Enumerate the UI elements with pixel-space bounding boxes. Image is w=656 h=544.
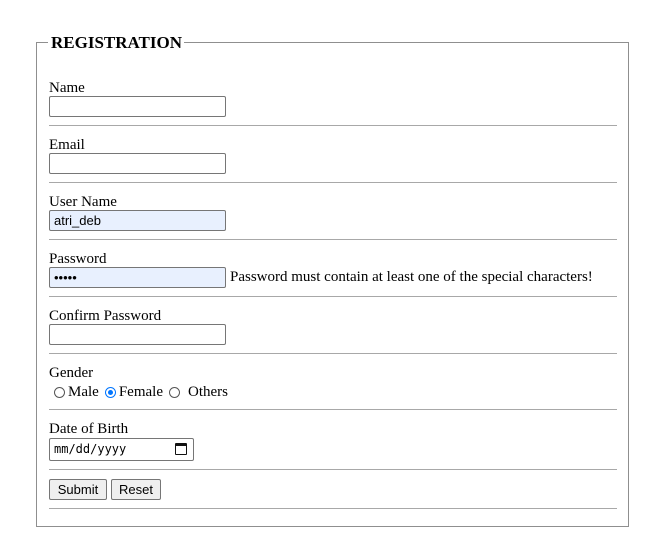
email-input[interactable] (49, 153, 226, 174)
email-label: Email (49, 137, 85, 153)
dob-input[interactable]: mm/dd/yyyy (49, 438, 194, 461)
divider (49, 353, 617, 354)
divider (49, 125, 617, 126)
gender-radio-others[interactable] (168, 386, 180, 398)
password-input[interactable]: ••••• (49, 267, 226, 288)
gender-option-label: Female (118, 383, 163, 400)
username-input[interactable]: atri_deb (49, 210, 226, 231)
form-legend: REGISTRATION (48, 33, 184, 53)
gender-radio-group: Male Female Others (54, 383, 234, 401)
name-label: Name (49, 80, 85, 96)
divider (49, 508, 617, 509)
confirm-password-input[interactable] (49, 324, 226, 345)
gender-option-label: Others (187, 383, 228, 400)
gender-radio-female[interactable] (104, 386, 116, 398)
calendar-icon[interactable] (175, 443, 187, 455)
reset-button[interactable]: Reset (111, 479, 161, 500)
divider (49, 296, 617, 297)
password-hint: Password must contain at least one of th… (230, 269, 593, 285)
dob-label: Date of Birth (49, 421, 129, 437)
gender-radio-male[interactable] (54, 386, 65, 398)
name-input[interactable] (49, 96, 226, 117)
divider (49, 182, 617, 183)
divider (49, 469, 617, 470)
submit-button[interactable]: Submit (49, 479, 107, 500)
password-label: Password (49, 251, 107, 267)
divider (49, 409, 617, 410)
dob-placeholder: mm/dd/yyyy (54, 442, 127, 456)
gender-label: Gender (49, 365, 94, 381)
confirm-password-label: Confirm Password (49, 308, 162, 324)
username-label: User Name (49, 194, 117, 210)
gender-option-label: Male (68, 383, 99, 400)
divider (49, 239, 617, 240)
